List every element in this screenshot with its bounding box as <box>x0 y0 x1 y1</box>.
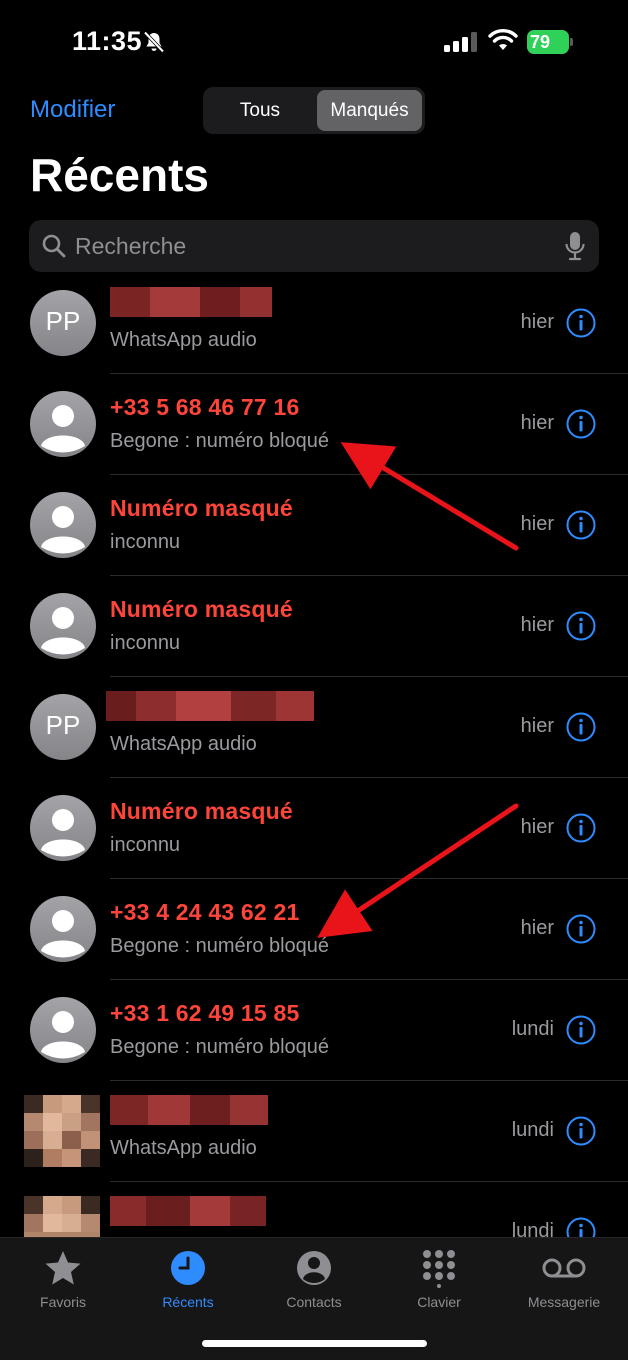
voicemail-icon <box>542 1258 586 1278</box>
call-date: hier <box>520 513 554 535</box>
info-icon[interactable] <box>566 611 596 641</box>
call-name: Numéro masqué <box>110 495 293 521</box>
call-date: hier <box>520 917 554 939</box>
call-date: hier <box>520 412 554 434</box>
tab-recents[interactable]: Récents <box>128 1248 248 1310</box>
call-row[interactable]: Numéro masqué inconnu hier <box>0 576 628 677</box>
call-subtitle: inconnu <box>110 531 181 553</box>
person-icon <box>41 809 85 857</box>
avatar <box>30 391 96 457</box>
star-icon <box>45 1251 81 1285</box>
search-field[interactable]: Recherche <box>29 220 599 272</box>
microphone-icon[interactable] <box>565 231 585 261</box>
edit-button[interactable]: Modifier <box>30 96 115 124</box>
cellular-signal-icon <box>444 32 477 52</box>
person-icon <box>41 506 85 554</box>
tab-voicemail[interactable]: Messagerie <box>504 1248 624 1310</box>
avatar-initials: PP <box>45 306 81 336</box>
tab-favorites[interactable]: Favoris <box>3 1248 123 1310</box>
call-name: Numéro masqué <box>110 596 293 622</box>
clock-time: 11:35 <box>72 26 143 56</box>
avatar <box>30 593 96 659</box>
avatar-initials: PP <box>45 710 81 740</box>
call-date: lundi <box>511 1018 554 1040</box>
bell-slash-icon <box>143 31 165 53</box>
call-row[interactable]: WhatsApp audio lundi <box>0 1081 628 1182</box>
call-name: +33 5 68 46 77 16 <box>110 394 300 420</box>
avatar <box>30 492 96 558</box>
call-subtitle: WhatsApp audio <box>110 329 257 351</box>
call-subtitle: WhatsApp audio <box>110 733 257 755</box>
call-subtitle: Begone : numéro bloqué <box>110 935 330 957</box>
redacted-name <box>110 287 272 317</box>
avatar: PP <box>30 694 96 760</box>
call-date: lundi <box>511 1119 554 1141</box>
call-subtitle: inconnu <box>110 834 181 856</box>
battery-percent: 79 <box>530 32 551 52</box>
person-icon <box>41 1011 85 1059</box>
avatar <box>24 1095 100 1167</box>
call-row[interactable]: Numéro masqué inconnu hier <box>0 778 628 879</box>
call-date: hier <box>520 614 554 636</box>
filter-segmented-control: Tous Manqués <box>203 87 425 134</box>
call-row[interactable]: PP WhatsApp audio hier <box>0 677 628 778</box>
info-icon[interactable] <box>566 510 596 540</box>
segment-all[interactable]: Tous <box>206 90 314 131</box>
call-date: hier <box>520 715 554 737</box>
wifi-icon <box>488 29 518 50</box>
call-row[interactable]: Numéro masqué inconnu hier <box>0 475 628 576</box>
page-title: Récents <box>30 149 209 201</box>
info-icon[interactable] <box>566 813 596 843</box>
keypad-icon <box>423 1250 455 1288</box>
person-circle-icon <box>297 1251 331 1285</box>
person-icon <box>41 405 85 453</box>
segment-missed[interactable]: Manqués <box>317 90 422 131</box>
call-subtitle: WhatsApp audio <box>110 1137 257 1159</box>
avatar <box>30 997 96 1063</box>
call-subtitle: inconnu <box>110 632 181 654</box>
call-row[interactable]: +33 1 62 49 15 85 Begone : numéro bloqué… <box>0 980 628 1081</box>
tab-contacts[interactable]: Contacts <box>254 1248 374 1310</box>
call-subtitle: Begone : numéro bloqué <box>110 430 330 452</box>
call-subtitle: Begone : numéro bloqué <box>110 1036 330 1058</box>
info-icon[interactable] <box>566 1116 596 1146</box>
call-row[interactable]: PP WhatsApp audio hier <box>0 273 628 374</box>
call-row[interactable]: +33 5 68 46 77 16 Begone : numéro bloqué… <box>0 374 628 475</box>
recent-calls-list: PP WhatsApp audio hier +33 5 68 46 77 16… <box>0 273 628 1283</box>
person-icon <box>41 607 85 655</box>
call-date: hier <box>520 311 554 333</box>
search-placeholder: Recherche <box>75 233 187 259</box>
redacted-name <box>106 691 314 721</box>
person-icon <box>41 910 85 958</box>
redacted-name <box>110 1196 266 1226</box>
home-indicator <box>202 1340 427 1347</box>
avatar <box>30 795 96 861</box>
call-name: Numéro masqué <box>110 798 293 824</box>
avatar: PP <box>30 290 96 356</box>
battery-icon: 79 <box>527 30 573 54</box>
avatar <box>30 896 96 962</box>
call-date: hier <box>520 816 554 838</box>
clock-icon <box>171 1251 205 1285</box>
info-icon[interactable] <box>566 1015 596 1045</box>
redacted-name <box>110 1095 268 1125</box>
call-name: +33 4 24 43 62 21 <box>110 899 300 925</box>
status-bar: 11:35 79 <box>0 0 628 80</box>
search-icon <box>42 234 66 258</box>
info-icon[interactable] <box>566 712 596 742</box>
call-name: +33 1 62 49 15 85 <box>110 1000 300 1026</box>
info-icon[interactable] <box>566 308 596 338</box>
info-icon[interactable] <box>566 409 596 439</box>
info-icon[interactable] <box>566 914 596 944</box>
call-row[interactable]: +33 4 24 43 62 21 Begone : numéro bloqué… <box>0 879 628 980</box>
tab-keypad[interactable]: Clavier <box>379 1248 499 1310</box>
